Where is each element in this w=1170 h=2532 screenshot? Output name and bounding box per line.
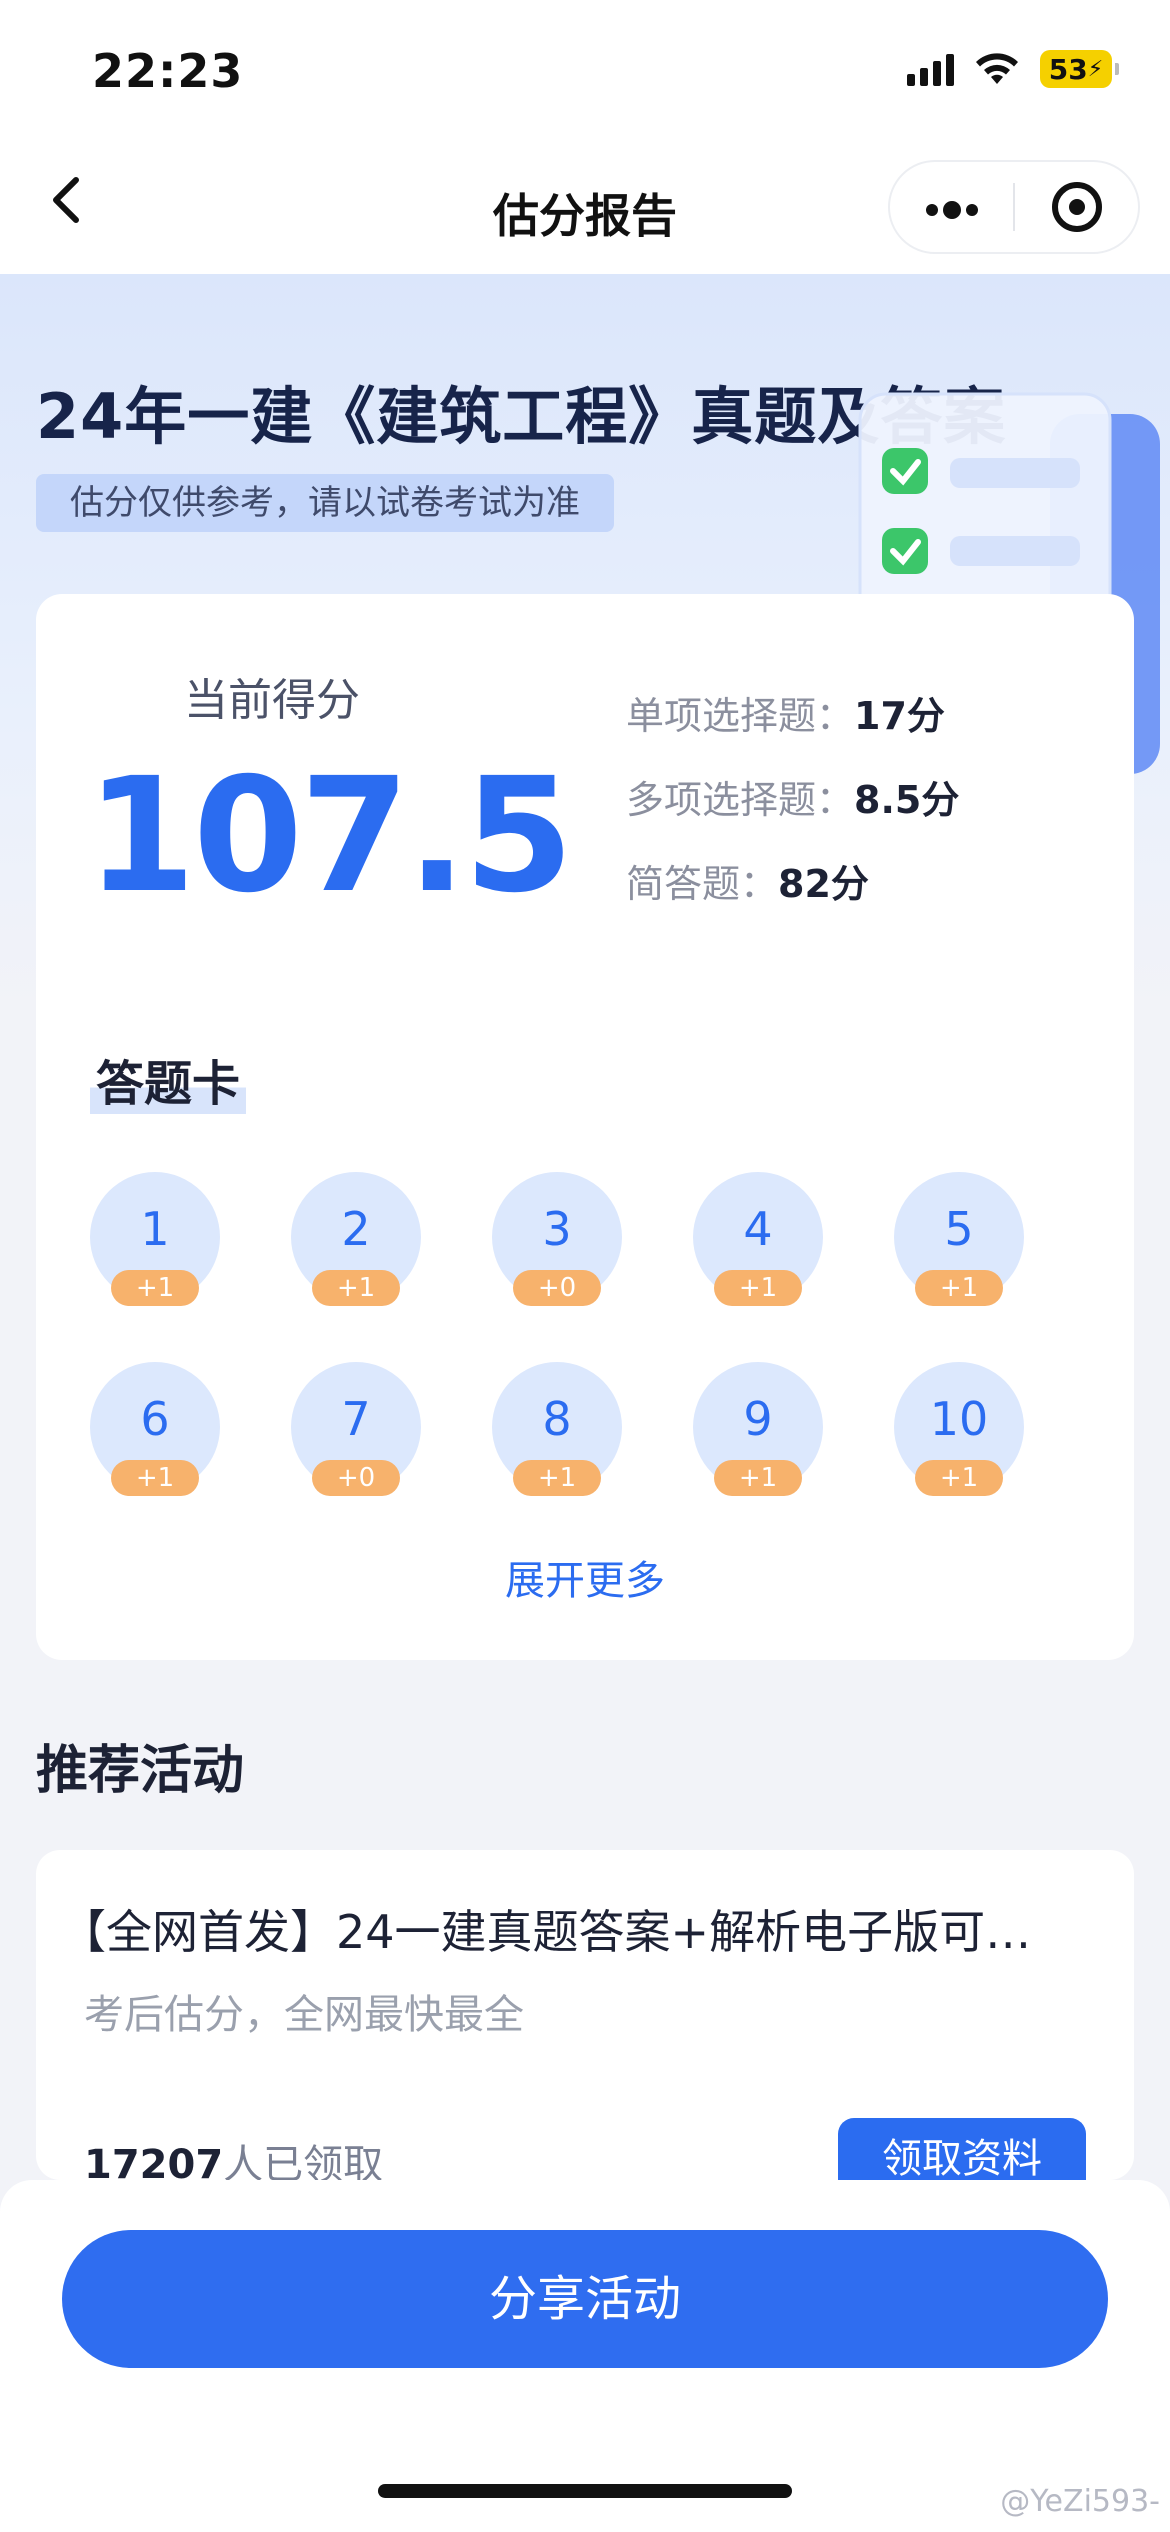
question-number: 3 — [542, 1202, 572, 1256]
question-bubble-10[interactable]: 10 +1 — [894, 1362, 1024, 1496]
claimed-count: 17207人已领取 — [84, 2132, 383, 2180]
more-dots-icon — [925, 201, 978, 219]
target-icon — [1051, 182, 1102, 232]
question-points-badge: +1 — [111, 1460, 199, 1496]
answer-sheet-title: 答题卡 — [90, 1044, 247, 1114]
breakdown-row: 简答题：82分 — [626, 856, 959, 940]
activity-title: 【全网首发】24一建真题答案+解析电子版可… — [60, 1905, 1032, 1959]
question-number: 9 — [743, 1392, 773, 1446]
more-options-button[interactable] — [890, 184, 1013, 230]
claimed-count-number: 17207 — [84, 2142, 224, 2180]
activity-subtitle: 考后估分，全网最快最全 — [84, 1992, 524, 2038]
battery-level: 53 — [1048, 52, 1088, 86]
nav-bar: 估分报告 — [0, 140, 1170, 274]
question-points-badge: +1 — [915, 1270, 1003, 1306]
question-points-badge: +1 — [513, 1460, 601, 1496]
current-score-label: 当前得分 — [184, 675, 360, 726]
question-number: 4 — [743, 1202, 773, 1256]
question-number: 6 — [140, 1392, 170, 1446]
breakdown-label: 简答题： — [626, 862, 779, 906]
question-points-badge: +1 — [312, 1270, 400, 1306]
mini-program-capsule — [888, 160, 1140, 254]
recommended-section-title: 推荐活动 — [36, 1741, 245, 1801]
breakdown-label: 单项选择题： — [626, 694, 855, 738]
expand-more-link[interactable]: 展开更多 — [36, 1548, 1134, 1606]
activity-card[interactable]: 【全网首发】24一建真题答案+解析电子版可… 考后估分，全网最快最全 17207… — [36, 1850, 1134, 2180]
question-bubble-4[interactable]: 4 +1 — [693, 1172, 823, 1306]
claim-materials-button[interactable]: 领取资料 — [838, 2118, 1086, 2180]
question-bubble-8[interactable]: 8 +1 — [492, 1362, 622, 1496]
current-score-value: 107.5 — [86, 744, 574, 928]
status-icons: 53 ⚡ — [907, 50, 1119, 88]
question-number: 5 — [944, 1202, 974, 1256]
question-bubble-5[interactable]: 5 +1 — [894, 1172, 1024, 1306]
bottom-action-bar: 分享活动 — [0, 2180, 1170, 2532]
question-points-badge: +1 — [111, 1270, 199, 1306]
question-number: 1 — [140, 1202, 170, 1256]
breakdown-value: 82分 — [778, 862, 869, 906]
score-breakdown: 单项选择题：17分 多项选择题：8.5分 简答题：82分 — [626, 688, 959, 940]
answer-sheet-grid: 1 +1 2 +1 3 +0 4 +1 5 +1 6 +1 7 +0 8 +1 9 +1 10 +1 — [90, 1172, 1024, 1496]
watermark: @YeZi593- — [1000, 2484, 1160, 2519]
question-bubble-2[interactable]: 2 +1 — [291, 1172, 421, 1306]
battery-icon: 53 ⚡ — [1040, 50, 1119, 88]
breakdown-value: 8.5分 — [854, 778, 960, 822]
breakdown-row: 多项选择题：8.5分 — [626, 772, 959, 856]
share-activity-button[interactable]: 分享活动 — [62, 2230, 1108, 2368]
home-indicator — [378, 2484, 792, 2498]
wifi-icon — [976, 53, 1018, 84]
claimed-count-suffix: 人已领取 — [223, 2142, 384, 2180]
question-number: 10 — [929, 1392, 989, 1446]
question-points-badge: +1 — [714, 1270, 802, 1306]
close-mini-program-button[interactable] — [1015, 182, 1138, 232]
question-points-badge: +1 — [714, 1460, 802, 1496]
cellular-signal-icon — [907, 52, 954, 86]
question-number: 2 — [341, 1202, 371, 1256]
breakdown-label: 多项选择题： — [626, 778, 855, 822]
status-bar: 22:23 53 ⚡ — [0, 0, 1170, 140]
question-number: 8 — [542, 1392, 572, 1446]
score-card: 当前得分 107.5 单项选择题：17分 多项选择题：8.5分 简答题：82分 … — [36, 594, 1134, 1660]
disclaimer-tag: 估分仅供参考，请以试卷考试为准 — [36, 474, 614, 532]
question-points-badge: +0 — [513, 1270, 601, 1306]
question-number: 7 — [341, 1392, 371, 1446]
question-bubble-6[interactable]: 6 +1 — [90, 1362, 220, 1496]
question-points-badge: +1 — [915, 1460, 1003, 1496]
question-bubble-7[interactable]: 7 +0 — [291, 1362, 421, 1496]
breakdown-row: 单项选择题：17分 — [626, 688, 959, 772]
status-time: 22:23 — [92, 44, 244, 98]
question-bubble-9[interactable]: 9 +1 — [693, 1362, 823, 1496]
question-bubble-1[interactable]: 1 +1 — [90, 1172, 220, 1306]
question-bubble-3[interactable]: 3 +0 — [492, 1172, 622, 1306]
breakdown-value: 17分 — [854, 694, 945, 738]
charging-icon: ⚡ — [1087, 56, 1104, 82]
question-points-badge: +0 — [312, 1460, 400, 1496]
